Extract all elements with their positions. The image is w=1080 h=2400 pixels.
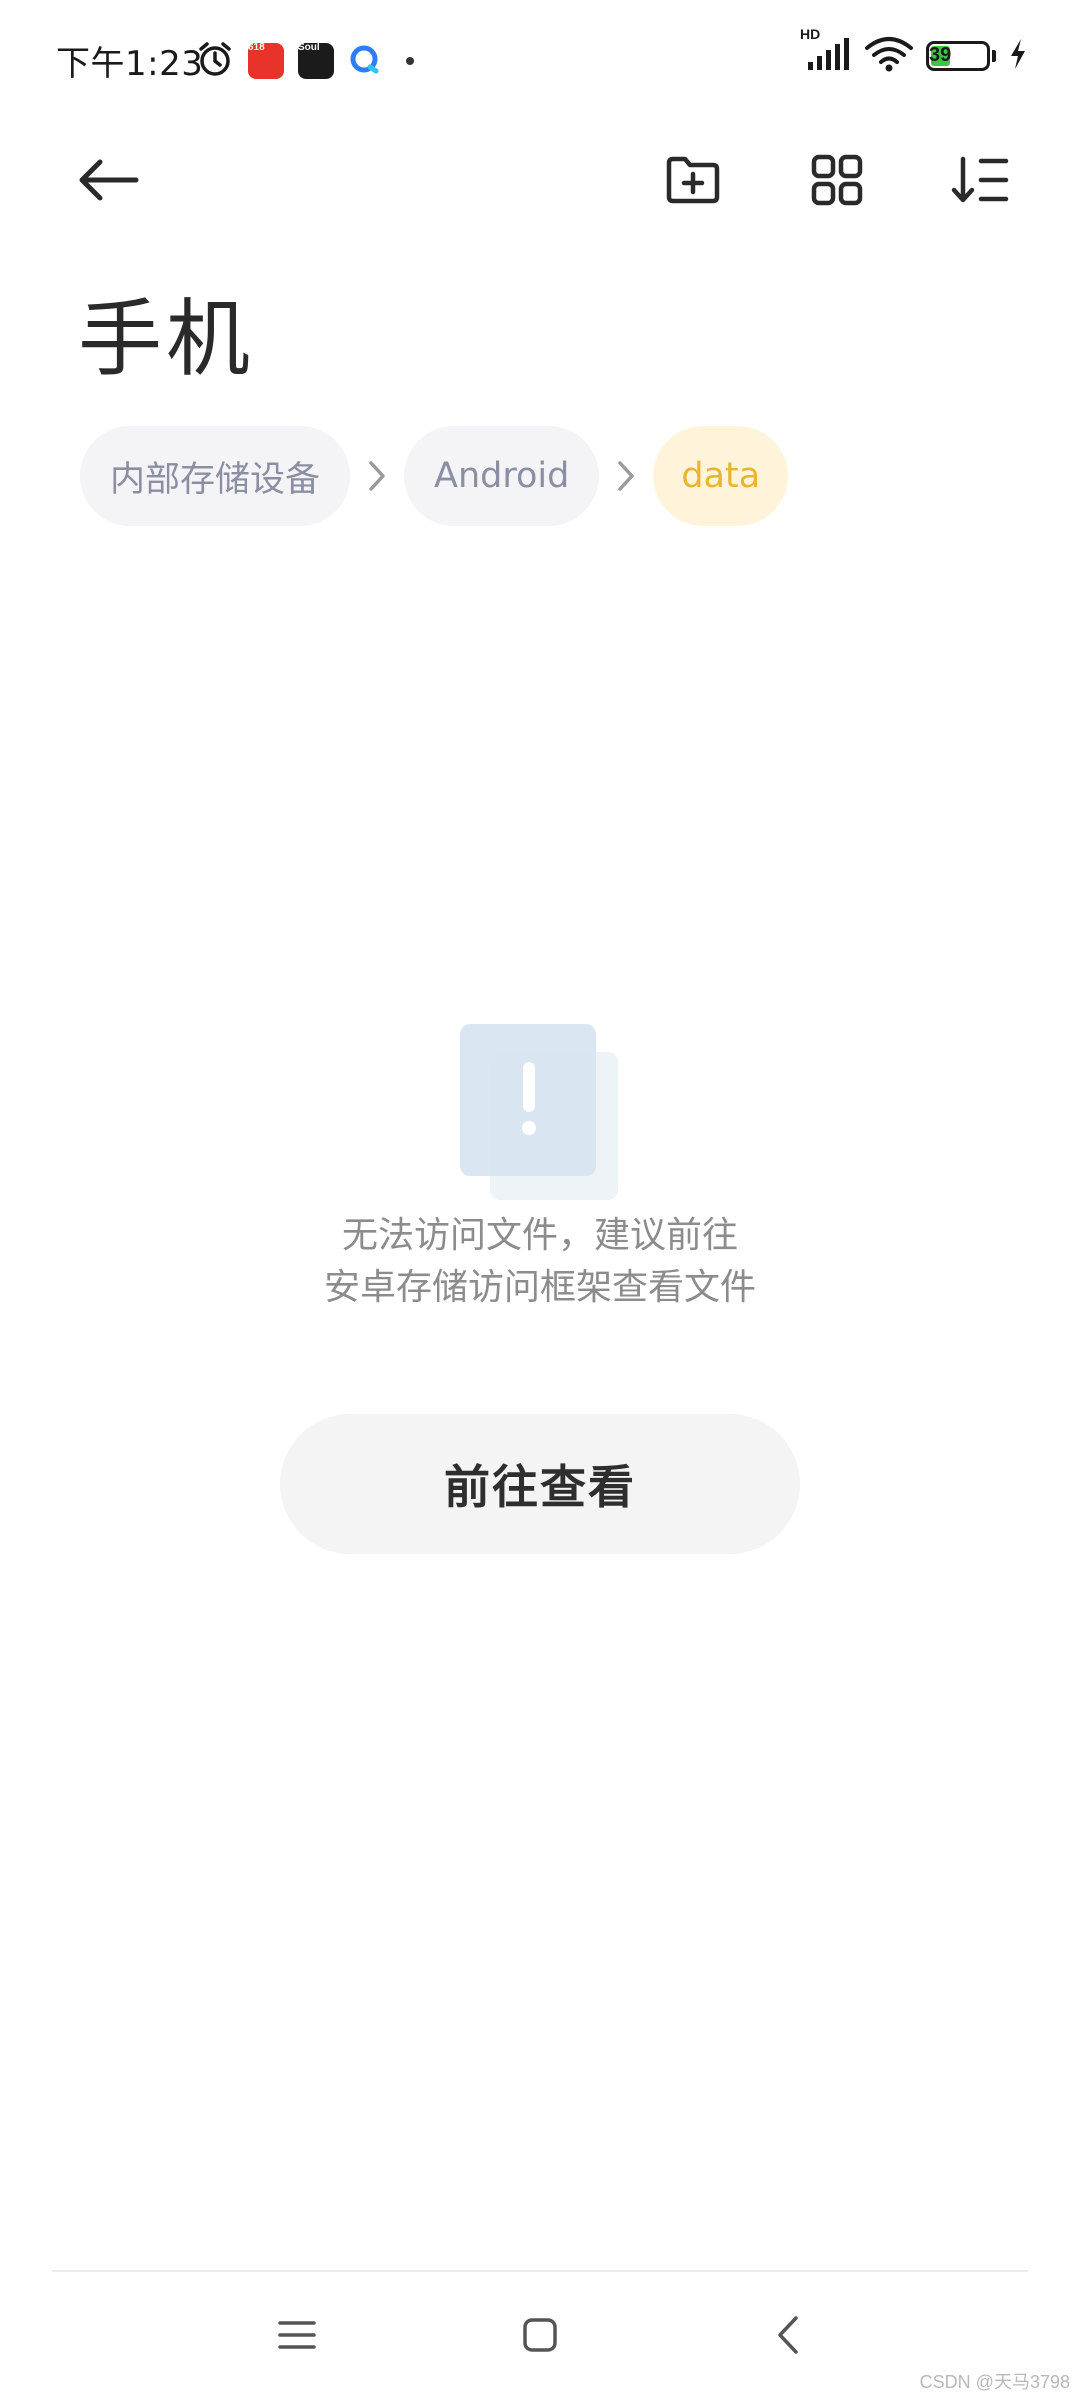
- soul-app-label: Soul: [298, 42, 320, 53]
- grid-icon: [811, 154, 863, 206]
- empty-state-line-2: 安卓存储访问框架查看文件: [323, 1267, 756, 1308]
- breadcrumb-item-data[interactable]: data: [653, 426, 789, 526]
- soul-app-icon: Soul: [298, 43, 334, 79]
- more-notifications-dot: [406, 57, 414, 65]
- breadcrumb-item-android[interactable]: Android: [404, 426, 600, 526]
- navigation-bar: [0, 2290, 1080, 2380]
- chevron-right-icon: [599, 426, 653, 526]
- status-bar: 下午1:23 618 Soul HD 39: [0, 0, 1080, 120]
- chevron-right-icon: [350, 426, 404, 526]
- breadcrumb: 内部存储设备 Android data: [80, 426, 789, 526]
- status-time: 下午1:23: [56, 44, 204, 84]
- notification-icons: 618 Soul: [196, 40, 428, 82]
- breadcrumb-item-internal-storage[interactable]: 内部存储设备: [80, 426, 351, 526]
- wifi-icon: [864, 36, 914, 76]
- system-back-button[interactable]: [743, 2290, 833, 2380]
- warning-document-icon: [460, 1024, 620, 1204]
- grid-view-button[interactable]: [787, 130, 887, 230]
- go-view-button[interactable]: 前往查看: [280, 1414, 800, 1554]
- sort-button[interactable]: [930, 130, 1030, 230]
- battery-nub: [992, 50, 996, 62]
- network-label: HD: [800, 26, 821, 42]
- status-right-icons: HD 39: [792, 26, 1028, 76]
- signal-icon: HD: [800, 26, 852, 76]
- battery-level: 39: [929, 44, 952, 66]
- alarm-icon: [196, 40, 234, 82]
- sort-icon: [951, 156, 1009, 203]
- recent-apps-button[interactable]: [252, 2290, 342, 2380]
- breadcrumb-label: data: [681, 456, 761, 496]
- watermark: CSDN @天马3798: [919, 2372, 1070, 2392]
- arrow-left-icon: [79, 159, 139, 201]
- charging-icon: [1008, 38, 1028, 74]
- browser-icon: [348, 43, 384, 79]
- folder-plus-icon: [666, 156, 720, 204]
- home-button[interactable]: [495, 2290, 585, 2380]
- toolbar: [0, 130, 1080, 230]
- app-618-icon: 618: [248, 43, 284, 79]
- breadcrumb-label: Android: [434, 456, 570, 496]
- back-chevron-icon: [778, 2316, 798, 2354]
- new-folder-button[interactable]: [643, 130, 743, 230]
- breadcrumb-label: 内部存储设备: [110, 459, 321, 500]
- menu-icon: [278, 2321, 316, 2349]
- nav-divider: [52, 2270, 1028, 2272]
- battery-icon: 39: [926, 41, 990, 71]
- back-button[interactable]: [58, 130, 158, 230]
- home-icon: [523, 2318, 557, 2352]
- app-618-label: 618: [248, 42, 265, 53]
- empty-state-line-1: 无法访问文件，建议前往: [341, 1215, 738, 1256]
- page-title: 手机: [78, 290, 255, 388]
- empty-state-message: 无法访问文件，建议前往 安卓存储访问框架查看文件: [0, 1210, 1080, 1314]
